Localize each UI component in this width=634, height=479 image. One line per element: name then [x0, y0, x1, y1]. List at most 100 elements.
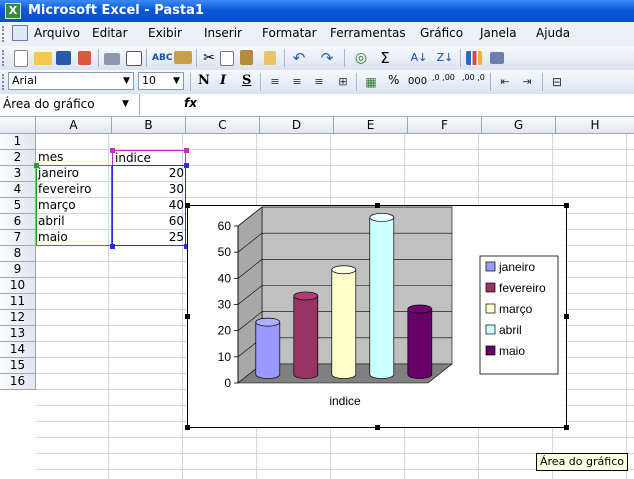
row-header-10[interactable]: 10: [0, 278, 36, 294]
row-header-6[interactable]: 6: [0, 214, 36, 230]
chart-resize-handle[interactable]: [375, 425, 380, 430]
menu-arquivo[interactable]: Arquivo: [34, 26, 80, 40]
chart-legend-label: maio: [499, 344, 525, 358]
font-size-combo[interactable]: 10 ▼: [138, 72, 184, 90]
select-all-corner[interactable]: [0, 117, 36, 134]
menu-ajuda[interactable]: Ajuda: [536, 26, 570, 40]
document-icon[interactable]: [12, 25, 28, 41]
formula-input[interactable]: [200, 94, 634, 115]
percent-style-button[interactable]: %: [388, 73, 399, 87]
chart-area[interactable]: 0 10 20 30 40 50 60 indice janeiro fevereiro março…: [187, 205, 567, 428]
menu-ferramentas[interactable]: Ferramentas: [330, 26, 406, 40]
chart-resize-handle[interactable]: [185, 314, 190, 319]
row-header-11[interactable]: 11: [0, 294, 36, 310]
menu-exibir[interactable]: Exibir: [148, 26, 182, 40]
spelling-icon[interactable]: ABC: [152, 49, 172, 67]
print-icon[interactable]: [104, 53, 120, 65]
chevron-down-icon[interactable]: ▼: [120, 73, 133, 89]
menu-editar[interactable]: Editar: [92, 26, 128, 40]
range-handle[interactable]: [110, 244, 115, 249]
align-right-icon[interactable]: ≡: [310, 73, 328, 91]
redo-icon[interactable]: ↷: [318, 49, 336, 67]
range-handle[interactable]: [34, 163, 39, 168]
decrease-decimal-button[interactable]: ,00 ,0: [462, 74, 486, 82]
decrease-indent-icon[interactable]: ⇤: [496, 73, 514, 91]
italic-button[interactable]: I: [220, 73, 226, 88]
row-header-16[interactable]: 16: [0, 374, 36, 390]
bold-button[interactable]: N: [198, 73, 210, 88]
row-header-2[interactable]: 2: [0, 150, 36, 166]
row-header-7[interactable]: 7: [0, 230, 36, 246]
currency-icon[interactable]: ▦: [362, 73, 380, 91]
range-handle[interactable]: [184, 163, 189, 168]
sort-ascending-icon[interactable]: A↓: [410, 49, 428, 67]
row-header-15[interactable]: 15: [0, 358, 36, 374]
column-header-a[interactable]: A: [36, 117, 112, 134]
excel-icon[interactable]: X: [5, 3, 21, 19]
chart-resize-handle[interactable]: [564, 425, 569, 430]
increase-indent-icon[interactable]: ⇥: [518, 73, 536, 91]
underline-button[interactable]: S: [242, 73, 251, 88]
menu-janela[interactable]: Janela: [480, 26, 517, 40]
merge-center-icon[interactable]: ⊞: [334, 73, 352, 91]
new-icon[interactable]: [14, 50, 28, 67]
chart-wizard-icon[interactable]: [466, 51, 482, 65]
row-header-9[interactable]: 9: [0, 262, 36, 278]
autosum-icon[interactable]: Σ: [376, 49, 394, 67]
fx-icon[interactable]: fx: [184, 96, 197, 110]
row-header-8[interactable]: 8: [0, 246, 36, 262]
row-header-13[interactable]: 13: [0, 326, 36, 342]
increase-decimal-button[interactable]: ,0 ,00: [432, 74, 456, 82]
chart-resize-handle[interactable]: [564, 314, 569, 319]
menu-inserir[interactable]: Inserir: [204, 26, 242, 40]
align-center-icon[interactable]: ≡: [288, 73, 306, 91]
paste-icon[interactable]: [240, 50, 253, 65]
format-toolbar-grip[interactable]: [2, 74, 7, 90]
chevron-down-icon[interactable]: ▼: [122, 94, 129, 115]
hyperlink-icon[interactable]: ◎: [352, 49, 370, 67]
column-header-h[interactable]: H: [556, 117, 634, 134]
row-header-1[interactable]: 1: [0, 134, 36, 150]
copy-icon[interactable]: [220, 51, 234, 66]
borders-icon[interactable]: ⊟: [548, 73, 566, 91]
undo-icon[interactable]: ↶: [290, 49, 308, 67]
chart-legend-swatch: [485, 345, 496, 356]
drawing-icon[interactable]: [490, 52, 504, 64]
menu-grafico[interactable]: Gráfico: [420, 26, 463, 40]
menu-grip[interactable]: [2, 26, 7, 42]
column-header-f[interactable]: F: [408, 117, 482, 134]
comma-style-button[interactable]: 000: [408, 76, 427, 87]
range-handle[interactable]: [110, 148, 115, 153]
name-box[interactable]: Área do gráfico ▼: [0, 94, 140, 115]
row-header-12[interactable]: 12: [0, 310, 36, 326]
row-header-5[interactable]: 5: [0, 198, 36, 214]
chart-resize-handle[interactable]: [185, 425, 190, 430]
chart-resize-handle[interactable]: [185, 203, 190, 208]
row-header-4[interactable]: 4: [0, 182, 36, 198]
chart-resize-handle[interactable]: [564, 203, 569, 208]
column-header-c[interactable]: C: [186, 117, 260, 134]
cell-a2[interactable]: mes: [36, 150, 112, 166]
chevron-down-icon[interactable]: ▼: [170, 73, 183, 89]
column-header-b[interactable]: B: [112, 117, 186, 134]
row-header-14[interactable]: 14: [0, 342, 36, 358]
research-icon[interactable]: [174, 51, 192, 64]
print-preview-icon[interactable]: [126, 51, 142, 66]
permission-icon[interactable]: [78, 51, 91, 65]
chart-resize-handle[interactable]: [375, 203, 380, 208]
range-handle[interactable]: [184, 148, 189, 153]
toolbar-grip[interactable]: [2, 50, 7, 66]
open-icon[interactable]: [34, 52, 52, 65]
row-header-3[interactable]: 3: [0, 166, 36, 182]
sort-descending-icon[interactable]: Z↓: [436, 49, 454, 67]
cell-b2[interactable]: indice: [112, 150, 186, 166]
format-painter-icon[interactable]: [264, 51, 276, 65]
column-header-e[interactable]: E: [334, 117, 408, 134]
menu-formatar[interactable]: Formatar: [262, 26, 317, 40]
column-header-d[interactable]: D: [260, 117, 334, 134]
save-icon[interactable]: [56, 51, 71, 65]
align-left-icon[interactable]: ≡: [266, 73, 284, 91]
font-name-combo[interactable]: Arial ▼: [8, 72, 134, 90]
column-header-g[interactable]: G: [482, 117, 556, 134]
cut-icon[interactable]: ✂: [200, 49, 218, 67]
